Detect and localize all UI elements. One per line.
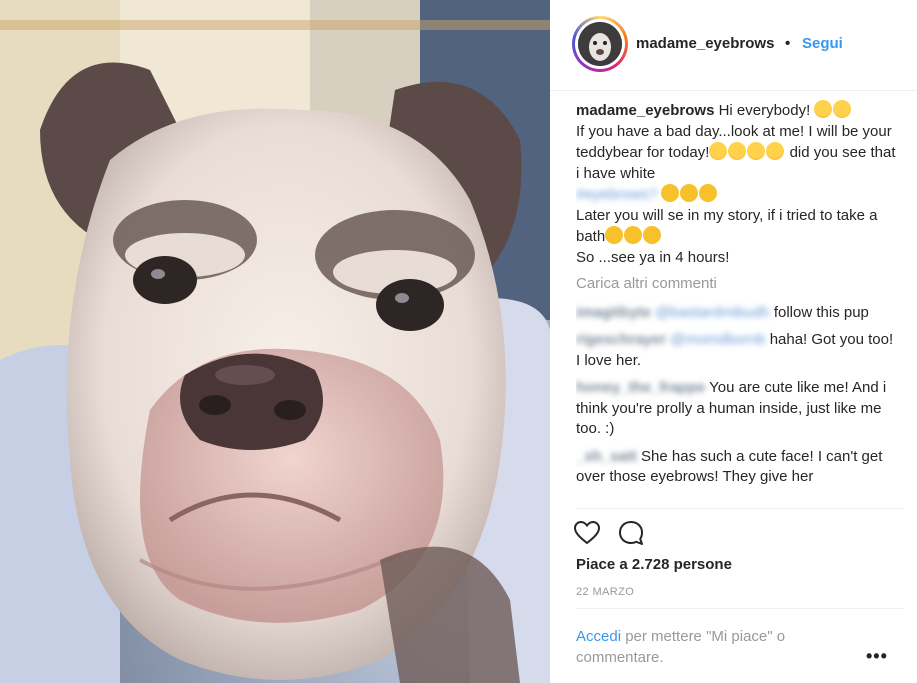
post-header: madame_eyebrows • Segui (550, 0, 917, 91)
grin-emoji-icon (661, 184, 680, 202)
comment-item: honey_the_frappe You are cute like me! A… (576, 378, 896, 440)
comment-username-link[interactable]: _xh_satt (576, 448, 637, 465)
caption-text-1: Hi everybody! (718, 102, 811, 119)
instagram-post: madame_eyebrows • Segui madame_eyebrows … (0, 0, 917, 683)
kiss-emoji-icon (747, 142, 766, 160)
caption-username-link[interactable]: madame_eyebrows (576, 102, 714, 119)
comment-item: rigeschrayer @momdbornb haha! Got you to… (576, 330, 896, 371)
header-username-link[interactable]: madame_eyebrows (636, 35, 774, 52)
expressionless-emoji-icon (643, 226, 662, 244)
heart-eyes-emoji-icon (814, 100, 833, 118)
caption-hashtag-link[interactable]: #eyebrows? (576, 186, 657, 203)
comment-item: imagitbyte @bastardmibudh follow this pu… (576, 303, 896, 324)
kiss-emoji-icon (728, 142, 747, 160)
heart-eyes-emoji-icon (833, 100, 852, 118)
comment-mention-link[interactable]: @momdbornb (670, 331, 765, 348)
divider (576, 608, 903, 609)
heart-icon[interactable] (572, 518, 602, 548)
comment-item: _xh_satt She has such a cute face! I can… (576, 447, 896, 488)
kiss-emoji-icon (709, 142, 728, 160)
login-link[interactable]: Accedi (576, 628, 621, 645)
grin-emoji-icon (680, 184, 699, 202)
expressionless-emoji-icon (605, 226, 624, 244)
expressionless-emoji-icon (624, 226, 643, 244)
more-options-button[interactable]: ••• (866, 646, 888, 667)
caption-text-4: So ...see ya in 4 hours! (576, 248, 730, 266)
kiss-emoji-icon (766, 142, 785, 160)
login-prompt: Accedi per mettere "Mi piace" o commenta… (576, 626, 876, 668)
comment-username-link[interactable]: honey_the_frappe (576, 379, 705, 396)
comment-text: follow this pup (773, 303, 869, 321)
post-side-panel: madame_eyebrows • Segui madame_eyebrows … (550, 0, 917, 683)
comment-username-link[interactable]: rigeschrayer (576, 331, 666, 348)
comment-mention-link[interactable]: @bastardmibudh (655, 304, 769, 321)
post-date[interactable]: 22 MARZO (576, 586, 634, 598)
dog-photo (0, 0, 550, 683)
post-caption: madame_eyebrows Hi everybody! If you hav… (576, 100, 896, 268)
follow-button[interactable]: Segui (802, 35, 843, 52)
avatar-image (578, 22, 622, 66)
avatar[interactable] (572, 16, 628, 72)
grin-emoji-icon (699, 184, 718, 202)
likes-count[interactable]: Piace a 2.728 persone (576, 556, 732, 573)
load-more-comments-link[interactable]: Carica altri commenti (576, 274, 896, 295)
comment-username-link[interactable]: imagitbyte (576, 304, 651, 321)
post-photo[interactable] (0, 0, 550, 683)
comments-list[interactable]: madame_eyebrows Hi everybody! If you hav… (576, 100, 896, 508)
post-actions (572, 518, 672, 548)
comment-bubble-icon[interactable] (616, 518, 646, 548)
header-separator: • (785, 35, 791, 52)
divider (576, 508, 903, 509)
